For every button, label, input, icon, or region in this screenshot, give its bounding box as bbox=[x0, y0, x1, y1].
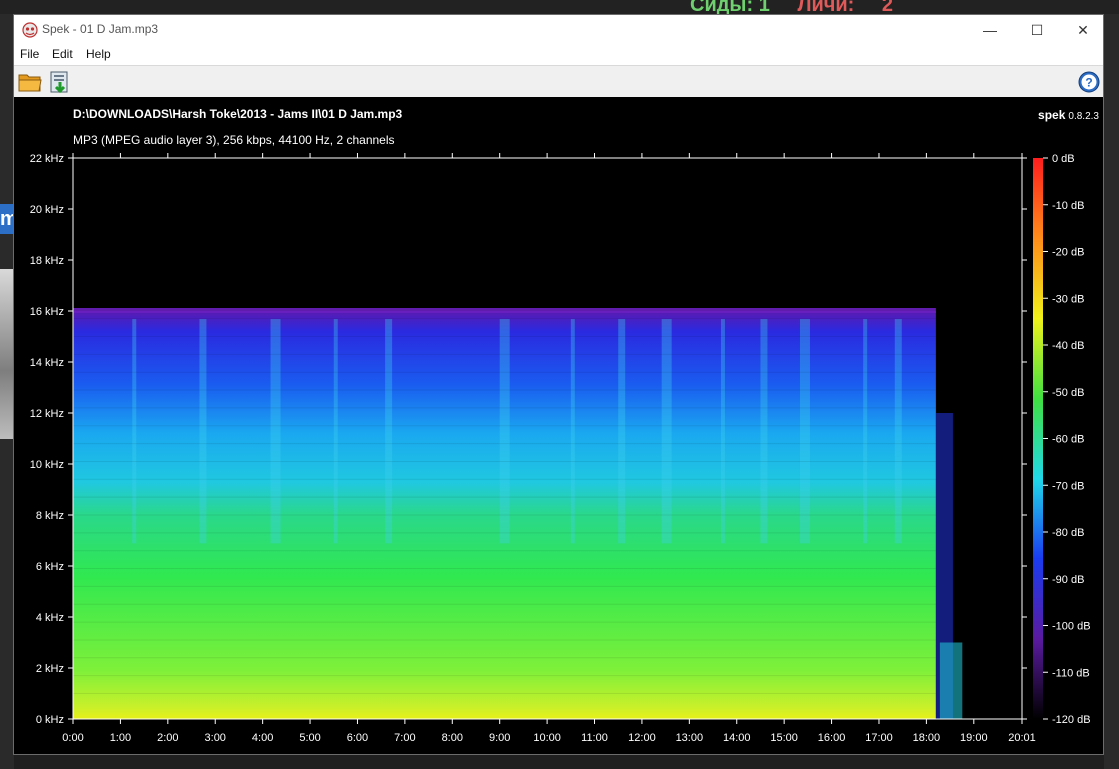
window-title: Spek - 01 D Jam.mp3 bbox=[42, 22, 159, 36]
spectrogram-streak bbox=[570, 319, 575, 544]
x-tick-label: 19:00 bbox=[960, 732, 988, 744]
maximize-button[interactable]: ☐ bbox=[1014, 15, 1060, 45]
background-taskbar bbox=[0, 0, 1119, 14]
colorbar-tick-label: -70 dB bbox=[1052, 480, 1084, 492]
colorbar-tick-label: 0 dB bbox=[1052, 153, 1075, 165]
spectrogram-streak bbox=[894, 319, 902, 544]
colorbar-tick-label: -20 dB bbox=[1052, 247, 1084, 259]
colorbar-tick-label: -110 dB bbox=[1052, 667, 1090, 679]
background-photo bbox=[0, 269, 14, 439]
x-tick-label: 17:00 bbox=[865, 732, 893, 744]
y-tick-label: 14 kHz bbox=[30, 357, 64, 369]
y-tick-label: 2 kHz bbox=[36, 663, 64, 675]
x-tick-label: 2:00 bbox=[157, 732, 178, 744]
y-tick-label: 16 kHz bbox=[30, 306, 64, 318]
help-icon[interactable]: ? bbox=[1078, 71, 1100, 93]
spectrogram-streak bbox=[132, 319, 137, 544]
y-tick-label: 0 kHz bbox=[36, 714, 64, 726]
x-tick-label: 3:00 bbox=[205, 732, 226, 744]
colorbar-tick-label: -90 dB bbox=[1052, 574, 1084, 586]
x-tick-label: 12:00 bbox=[628, 732, 656, 744]
spek-app-icon bbox=[22, 22, 38, 38]
colorbar-tick-label: -120 dB bbox=[1052, 714, 1091, 726]
x-tick-label: 10:00 bbox=[533, 732, 561, 744]
x-tick-label: 6:00 bbox=[347, 732, 368, 744]
x-tick-label: 8:00 bbox=[442, 732, 463, 744]
x-tick-label: 20:01 bbox=[1008, 732, 1036, 744]
x-tick-label: 15:00 bbox=[770, 732, 798, 744]
x-tick-label: 7:00 bbox=[394, 732, 415, 744]
x-tick-label: 1:00 bbox=[110, 732, 131, 744]
spectrogram-streak bbox=[799, 319, 810, 544]
colorbar-tick-label: -10 dB bbox=[1052, 200, 1084, 212]
x-tick-label: 14:00 bbox=[723, 732, 751, 744]
colorbar-tick-label: -80 dB bbox=[1052, 527, 1084, 539]
x-tick-label: 9:00 bbox=[489, 732, 510, 744]
spectrogram-streak bbox=[661, 319, 672, 544]
toolbar: ? bbox=[14, 65, 1103, 97]
spek-window: Spek - 01 D Jam.mp3 — ☐ ✕ File Edit Help… bbox=[13, 14, 1104, 755]
y-tick-label: 12 kHz bbox=[30, 408, 64, 420]
y-tick-label: 8 kHz bbox=[36, 510, 64, 522]
minimize-button[interactable]: — bbox=[967, 15, 1013, 45]
spectrogram-streak bbox=[863, 319, 868, 544]
svg-text:?: ? bbox=[1085, 76, 1092, 90]
y-tick-label: 4 kHz bbox=[36, 612, 64, 624]
spectrogram-streak bbox=[499, 319, 510, 544]
background-blue-tile: m bbox=[0, 204, 14, 234]
x-tick-label: 11:00 bbox=[581, 732, 608, 744]
spectrogram-streak bbox=[270, 319, 281, 544]
menu-bar: File Edit Help bbox=[14, 45, 1103, 65]
title-bar[interactable]: Spek - 01 D Jam.mp3 — ☐ ✕ bbox=[14, 15, 1103, 45]
colorbar-tick-label: -60 dB bbox=[1052, 434, 1084, 446]
x-tick-label: 4:00 bbox=[252, 732, 273, 744]
spectrogram-streak bbox=[760, 319, 768, 544]
menu-help[interactable]: Help bbox=[86, 47, 111, 61]
spectrogram-streak bbox=[333, 319, 338, 544]
spectrogram-streak bbox=[385, 319, 393, 544]
save-icon[interactable] bbox=[48, 70, 72, 94]
colorbar-tick-label: -40 dB bbox=[1052, 340, 1084, 352]
menu-edit[interactable]: Edit bbox=[52, 47, 73, 61]
spectrogram-cutoff-edge bbox=[73, 308, 936, 313]
close-button[interactable]: ✕ bbox=[1060, 15, 1103, 45]
x-tick-label: 0:00 bbox=[62, 732, 83, 744]
x-tick-label: 13:00 bbox=[676, 732, 704, 744]
spectrogram-streak bbox=[720, 319, 725, 544]
colorbar-tick-label: -100 dB bbox=[1052, 621, 1091, 633]
y-tick-label: 18 kHz bbox=[30, 255, 64, 267]
y-tick-label: 20 kHz bbox=[30, 204, 64, 216]
y-tick-label: 22 kHz bbox=[30, 153, 64, 165]
spectrogram-streak bbox=[199, 319, 207, 544]
menu-file[interactable]: File bbox=[20, 47, 39, 61]
colorbar-tick-label: -50 dB bbox=[1052, 387, 1084, 399]
colorbar-tick-label: -30 dB bbox=[1052, 293, 1084, 305]
folder-open-icon[interactable] bbox=[18, 71, 42, 93]
background-window-left: m bbox=[0, 14, 14, 769]
colorbar bbox=[1033, 158, 1043, 719]
spectrogram-view: D:\DOWNLOADS\Harsh Toke\2013 - Jams II\0… bbox=[14, 97, 1103, 754]
spectrogram-streak bbox=[618, 319, 626, 544]
y-tick-label: 6 kHz bbox=[36, 561, 64, 573]
spectrogram-tail-low bbox=[939, 642, 963, 719]
background-window-right bbox=[1104, 14, 1119, 769]
x-tick-label: 16:00 bbox=[818, 732, 846, 744]
spectrogram-chart: 0 kHz 2 kHz 4 kHz 6 kHz 8 kHz 10 kHz 12 kHz 14 … bbox=[30, 153, 1091, 744]
x-tick-label: 18:00 bbox=[913, 732, 941, 744]
x-tick-label: 5:00 bbox=[299, 732, 320, 744]
y-tick-label: 10 kHz bbox=[30, 459, 64, 471]
